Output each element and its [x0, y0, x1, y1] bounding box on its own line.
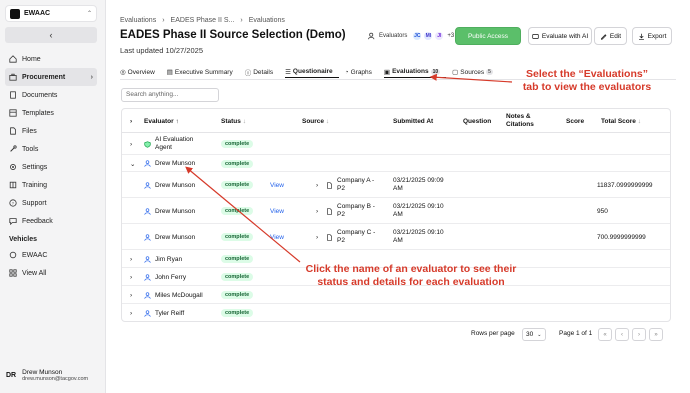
annotation-arrows [185, 73, 513, 263]
annotation-line: Click the name of an evaluator to see th… [305, 263, 517, 275]
annotation-line: Select the “Evaluations” [526, 68, 648, 80]
annotation-name-hint: Click the name of an evaluator to see th… [286, 263, 536, 289]
annotation-line: status and details for each evaluation [317, 276, 505, 288]
annotation-line: tab to view the evaluators [522, 81, 652, 93]
arrow-to-evaluator-name [185, 166, 301, 263]
arrow-to-evaluations-tab [429, 73, 513, 83]
annotation-tab-hint: Select the “Evaluations” tab to view the… [512, 68, 662, 94]
